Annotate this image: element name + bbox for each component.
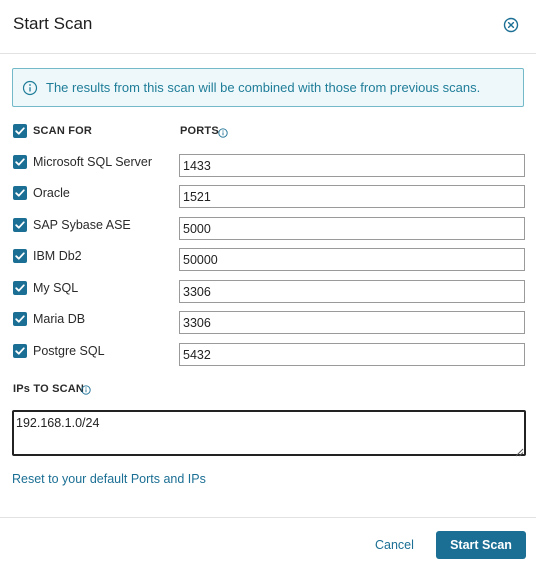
oracle-checkbox[interactable]	[13, 186, 27, 200]
start-scan-button[interactable]: Start Scan	[436, 531, 526, 559]
info-banner: The results from this scan will be combi…	[12, 68, 524, 107]
db2-label: IBM Db2	[33, 249, 82, 263]
cancel-button[interactable]: Cancel	[375, 538, 414, 552]
info-banner-text: The results from this scan will be combi…	[46, 80, 481, 95]
mysql-port-input[interactable]	[179, 280, 525, 303]
postgresql-checkbox[interactable]	[13, 344, 27, 358]
ips-info-icon[interactable]	[81, 382, 91, 395]
mysql-label: My SQL	[33, 281, 79, 295]
sybase-checkbox[interactable]	[13, 218, 27, 232]
close-circle-icon[interactable]	[503, 17, 519, 33]
mariadb-label: Maria DB	[33, 312, 86, 326]
mssql-port-input[interactable]	[179, 154, 525, 177]
dialog-title: Start Scan	[13, 14, 93, 33]
postgresql-port-input[interactable]	[179, 343, 525, 366]
dialog-header: Start Scan	[0, 0, 536, 54]
sybase-label: SAP Sybase ASE	[33, 218, 131, 232]
mariadb-port-input[interactable]	[179, 311, 525, 334]
db2-checkbox[interactable]	[13, 249, 27, 263]
postgresql-label: Postgre SQL	[33, 344, 105, 358]
ports-info-icon[interactable]	[218, 125, 228, 138]
start-scan-dialog: Start Scan The results from this scan wi…	[0, 0, 536, 570]
mysql-checkbox[interactable]	[13, 281, 27, 295]
scan-for-all-checkbox[interactable]	[13, 124, 27, 138]
reset-defaults-link[interactable]: Reset to your default Ports and IPs	[12, 472, 206, 486]
ports-header: PORTS	[180, 125, 219, 137]
info-icon	[22, 80, 38, 96]
sybase-port-input[interactable]	[179, 217, 525, 240]
footer-divider	[0, 517, 536, 518]
db2-port-input[interactable]	[179, 248, 525, 271]
oracle-label: Oracle	[33, 186, 70, 200]
mssql-label: Microsoft SQL Server	[33, 155, 153, 169]
ips-to-scan-label: IPs TO SCAN	[13, 383, 85, 395]
mssql-checkbox[interactable]	[13, 155, 27, 169]
ips-to-scan-input[interactable]: 192.168.1.0/24	[12, 410, 526, 456]
oracle-port-input[interactable]	[179, 185, 525, 208]
mariadb-checkbox[interactable]	[13, 312, 27, 326]
scan-for-header: SCAN FOR	[33, 125, 93, 137]
